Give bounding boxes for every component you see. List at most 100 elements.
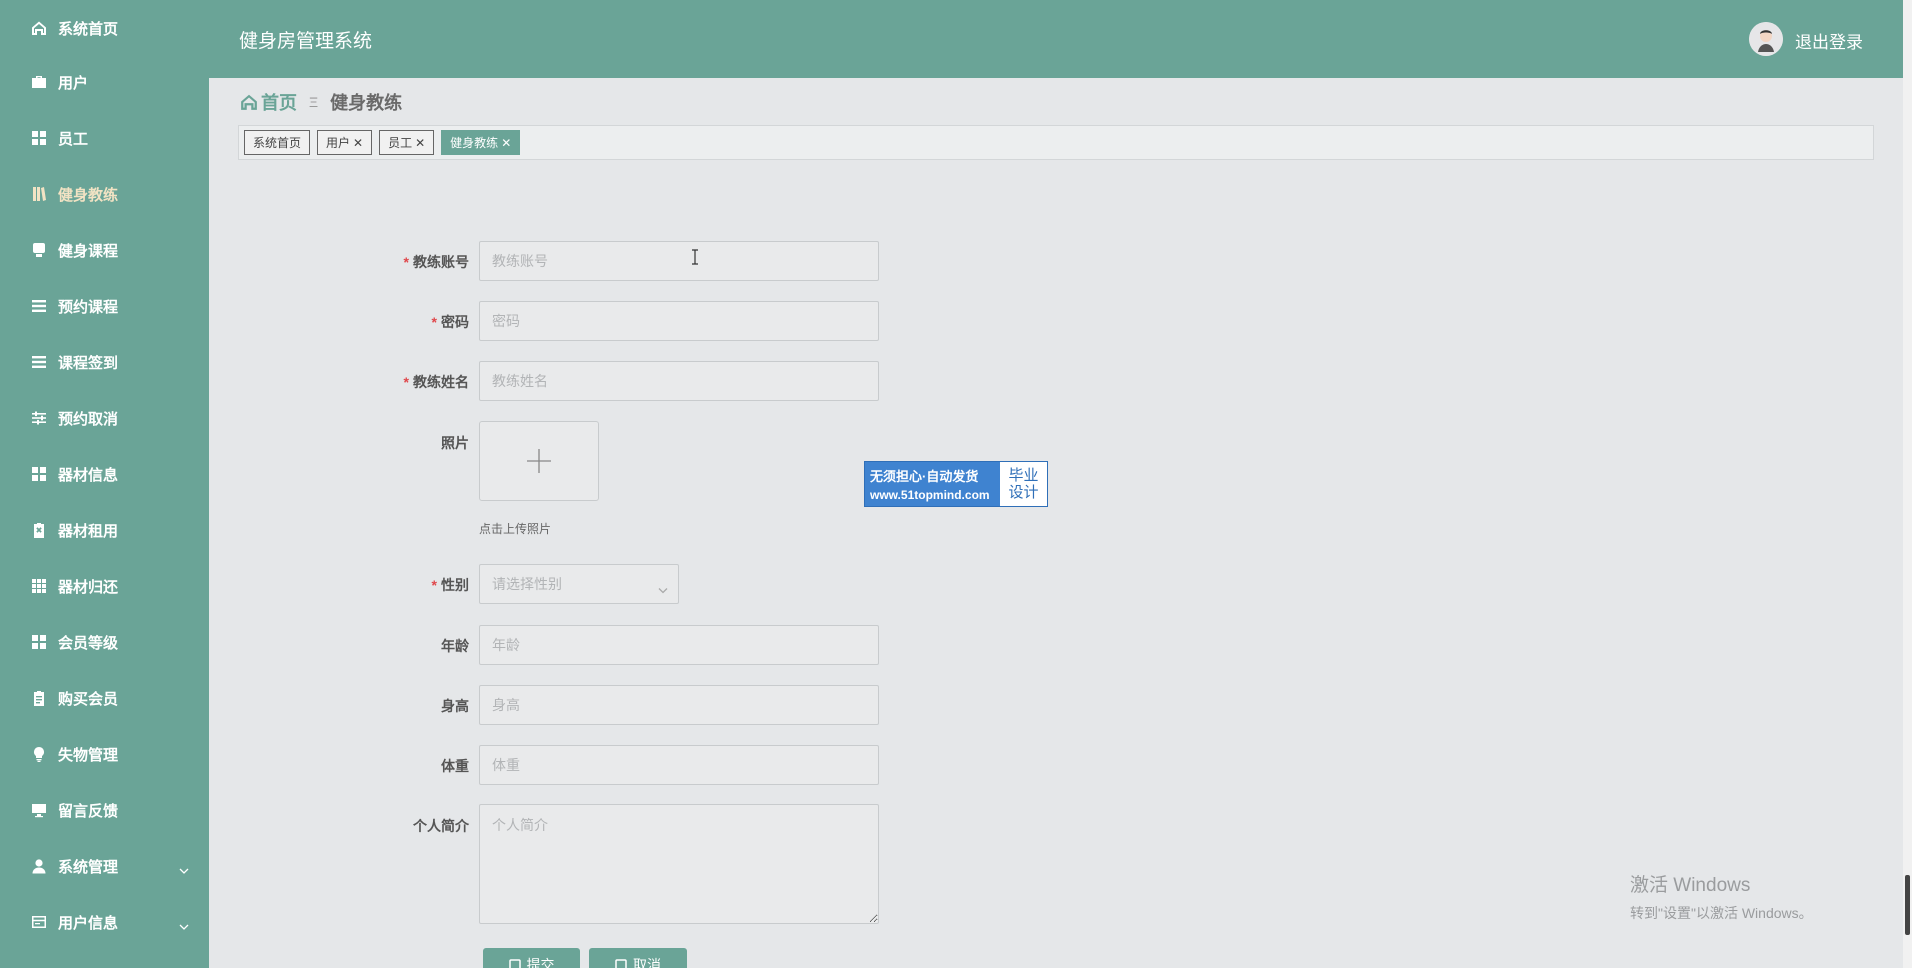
sidebar-item-label: 留言反馈	[58, 802, 119, 820]
tag-home[interactable]: 系统首页	[244, 130, 311, 155]
sidebar-item-equipment-rent[interactable]: 器材租用	[0, 502, 209, 558]
page-scrollbar[interactable]	[1903, 0, 1912, 968]
user-icon	[30, 857, 48, 875]
upload-hint: 点击上传照片	[479, 522, 552, 536]
password-input[interactable]	[479, 301, 879, 341]
save-icon	[508, 959, 521, 968]
tags-bar: 系统首页 用户 ✕ 员工 ✕ 健身教练 ✕	[238, 125, 1874, 160]
sidebar-item-system-management[interactable]: 系统管理	[0, 838, 209, 894]
sidebar-item-coaches[interactable]: 健身教练	[0, 166, 209, 222]
sidebar-item-equipment[interactable]: 器材信息	[0, 446, 209, 502]
chevron-down-icon	[658, 581, 668, 597]
age-input[interactable]	[479, 625, 879, 665]
tag-staff[interactable]: 员工 ✕	[379, 130, 435, 155]
grid-icon	[30, 129, 48, 147]
sidebar-item-label: 失物管理	[58, 746, 119, 764]
breadcrumb-current: 健身教练	[330, 93, 403, 113]
sidebar-item-staff[interactable]: 员工	[0, 110, 209, 166]
gender-select[interactable]: 请选择性别	[479, 564, 679, 604]
card-icon	[30, 913, 48, 931]
close-icon[interactable]: ✕	[501, 136, 511, 150]
intro-textarea[interactable]	[479, 804, 879, 924]
tag-label: 用户	[326, 136, 351, 150]
tag-label: 系统首页	[253, 136, 302, 150]
apps-icon	[30, 577, 48, 595]
text-cursor-icon	[691, 249, 699, 265]
sidebar-item-cancel-reservation[interactable]: 预约取消	[0, 390, 209, 446]
watermark-line1: 无须担心·自动发货	[870, 469, 979, 484]
tag-users[interactable]: 用户 ✕	[317, 130, 373, 155]
sidebar-item-lost-found[interactable]: 失物管理	[0, 726, 209, 782]
sidebar-item-label: 系统首页	[58, 20, 119, 38]
height-input[interactable]	[479, 685, 879, 725]
submit-button[interactable]: 提交	[483, 948, 580, 968]
weight-label: 体重	[441, 758, 469, 774]
sidebar-item-label: 课程签到	[58, 354, 119, 372]
submit-label: 提交	[526, 957, 555, 968]
scrollbar-thumb[interactable]	[1905, 875, 1910, 935]
account-input[interactable]	[479, 241, 879, 281]
sidebar-item-equipment-return[interactable]: 器材归还	[0, 558, 209, 614]
windows-activation-subtitle: 转到"设置"以激活 Windows。	[1630, 905, 1813, 921]
sidebar-item-label: 系统管理	[58, 858, 119, 876]
account-label: * 教练账号	[403, 254, 469, 270]
cancel-label: 取消	[633, 957, 661, 968]
tag-label: 员工	[388, 136, 413, 150]
sidebar-item-label: 会员等级	[58, 634, 119, 652]
top-header: 健身房管理系统 退出登录	[209, 0, 1903, 78]
avatar[interactable]	[1749, 22, 1783, 56]
sidebar-item-courses[interactable]: 健身课程	[0, 222, 209, 278]
sidebar-item-checkin[interactable]: 课程签到	[0, 334, 209, 390]
sidebar-item-label: 预约课程	[58, 298, 119, 316]
sidebar-item-label: 预约取消	[58, 410, 119, 428]
grid-icon	[30, 465, 48, 483]
clipboard-icon	[30, 689, 48, 707]
weight-input[interactable]	[479, 745, 879, 785]
sidebar-item-label: 用户	[58, 74, 89, 92]
breadcrumb-home[interactable]: 首页	[261, 89, 297, 115]
book-icon	[30, 185, 48, 203]
age-label: 年龄	[441, 638, 469, 654]
chevron-down-icon	[179, 862, 189, 874]
password-label: * 密码	[431, 314, 469, 330]
sidebar-item-label: 用户信息	[58, 914, 119, 932]
close-icon[interactable]: ✕	[353, 136, 363, 150]
name-input[interactable]	[479, 361, 879, 401]
monitor-icon	[30, 801, 48, 819]
height-label: 身高	[441, 698, 469, 714]
list-icon	[30, 353, 48, 371]
breadcrumb-separator: Ξ	[309, 94, 319, 110]
chevron-down-icon	[179, 918, 189, 930]
photo-label: 照片	[441, 435, 469, 451]
watermark-left: 无须担心·自动发货 www.51topmind.com	[865, 462, 1000, 506]
sidebar-item-member-level[interactable]: 会员等级	[0, 614, 209, 670]
breadcrumb: 首页 Ξ 健身教练	[240, 90, 402, 114]
photo-upload-button[interactable]	[479, 421, 599, 501]
plus-icon	[527, 449, 551, 473]
briefcase-icon	[30, 73, 48, 91]
sidebar-item-buy-membership[interactable]: 购买会员	[0, 670, 209, 726]
tag-coaches[interactable]: 健身教练 ✕	[441, 130, 521, 155]
windows-activation-notice: 激活 Windows 转到"设置"以激活 Windows。	[1630, 870, 1813, 923]
sidebar-item-home[interactable]: 系统首页	[0, 0, 209, 56]
gender-label: * 性别	[431, 577, 469, 593]
sidebar-item-users[interactable]: 用户	[0, 54, 209, 110]
sidebar-item-user-info[interactable]: 用户信息	[0, 894, 209, 950]
sidebar-item-label: 购买会员	[58, 690, 119, 708]
sidebar-item-label: 器材归还	[58, 578, 119, 596]
monitor-icon	[30, 241, 48, 259]
watermark-right: 毕业 设计	[1000, 462, 1047, 506]
sidebar-item-label: 健身教练	[58, 186, 119, 204]
intro-label: 个人简介	[413, 818, 469, 834]
cancel-button[interactable]: 取消	[589, 948, 687, 968]
home-icon	[30, 19, 48, 37]
sidebar-item-label: 员工	[58, 130, 89, 148]
list-icon	[30, 297, 48, 315]
sliders-icon	[30, 409, 48, 427]
logout-button[interactable]: 退出登录	[1795, 28, 1863, 53]
close-icon[interactable]: ✕	[415, 136, 425, 150]
sidebar-item-reserve-course[interactable]: 预约课程	[0, 278, 209, 334]
home-icon[interactable]	[240, 93, 258, 111]
sidebar-item-feedback[interactable]: 留言反馈	[0, 782, 209, 838]
watermark-badge: 无须担心·自动发货 www.51topmind.com 毕业 设计	[864, 461, 1048, 507]
